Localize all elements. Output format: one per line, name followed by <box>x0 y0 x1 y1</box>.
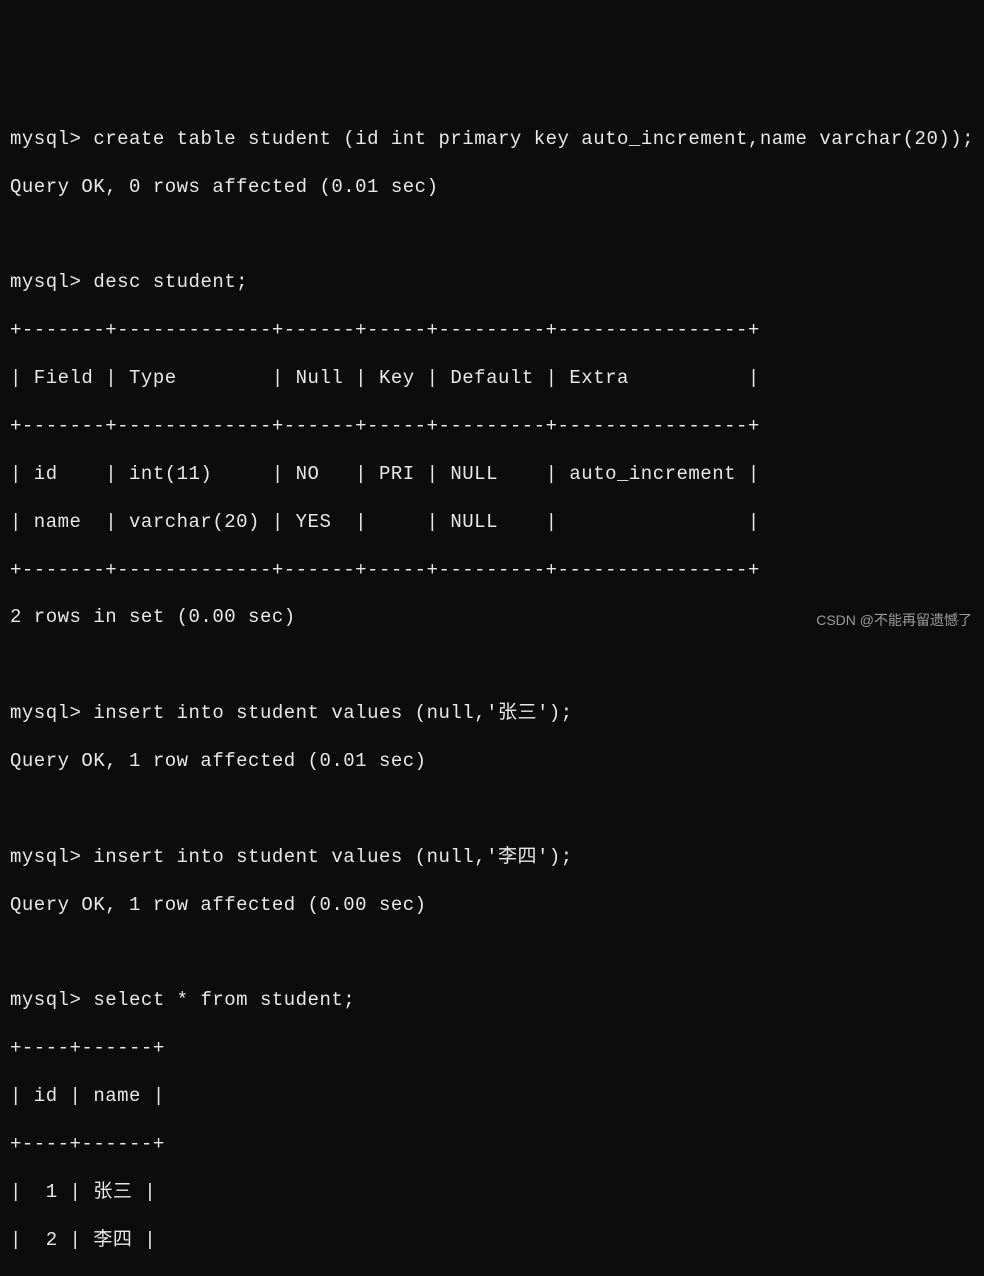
command-desc: desc student; <box>93 271 248 293</box>
table-header: | Field | Type | Null | Key | Default | … <box>10 367 974 391</box>
table-border: +-------+-------------+------+-----+----… <box>10 559 974 583</box>
command-select: select * from student; <box>93 989 355 1011</box>
table-row: | name | varchar(20) | YES | | NULL | | <box>10 511 974 535</box>
prompt-line: mysql> select * from student; <box>10 989 974 1013</box>
watermark: CSDN @不能再留遗憾了 <box>816 612 972 630</box>
prompt-line: mysql> insert into student values (null,… <box>10 702 974 726</box>
table-border: +-------+-------------+------+-----+----… <box>10 415 974 439</box>
prompt-line: mysql> create table student (id int prim… <box>10 128 974 152</box>
terminal-output: mysql> create table student (id int prim… <box>10 104 974 1276</box>
table-row: | 2 | 李四 | <box>10 1229 974 1253</box>
blank <box>10 654 974 678</box>
prompt: mysql> <box>10 271 81 293</box>
table-border: +----+------+ <box>10 1133 974 1157</box>
command-insert1: insert into student values (null,'张三'); <box>93 702 572 724</box>
prompt-line: mysql> desc student; <box>10 271 974 295</box>
table-row: | id | int(11) | NO | PRI | NULL | auto_… <box>10 463 974 487</box>
command-create: create table student (id int primary key… <box>93 128 974 150</box>
blank <box>10 942 974 966</box>
prompt: mysql> <box>10 702 81 724</box>
blank <box>10 223 974 247</box>
command-insert2: insert into student values (null,'李四'); <box>93 846 572 868</box>
prompt-line: mysql> insert into student values (null,… <box>10 846 974 870</box>
prompt: mysql> <box>10 989 81 1011</box>
blank <box>10 798 974 822</box>
table-border: +-------+-------------+------+-----+----… <box>10 319 974 343</box>
result-create: Query OK, 0 rows affected (0.01 sec) <box>10 176 974 200</box>
result-insert1: Query OK, 1 row affected (0.01 sec) <box>10 750 974 774</box>
prompt: mysql> <box>10 128 81 150</box>
table-row: | 1 | 张三 | <box>10 1181 974 1205</box>
table-header: | id | name | <box>10 1085 974 1109</box>
prompt: mysql> <box>10 846 81 868</box>
table-border: +----+------+ <box>10 1037 974 1061</box>
result-insert2: Query OK, 1 row affected (0.00 sec) <box>10 894 974 918</box>
